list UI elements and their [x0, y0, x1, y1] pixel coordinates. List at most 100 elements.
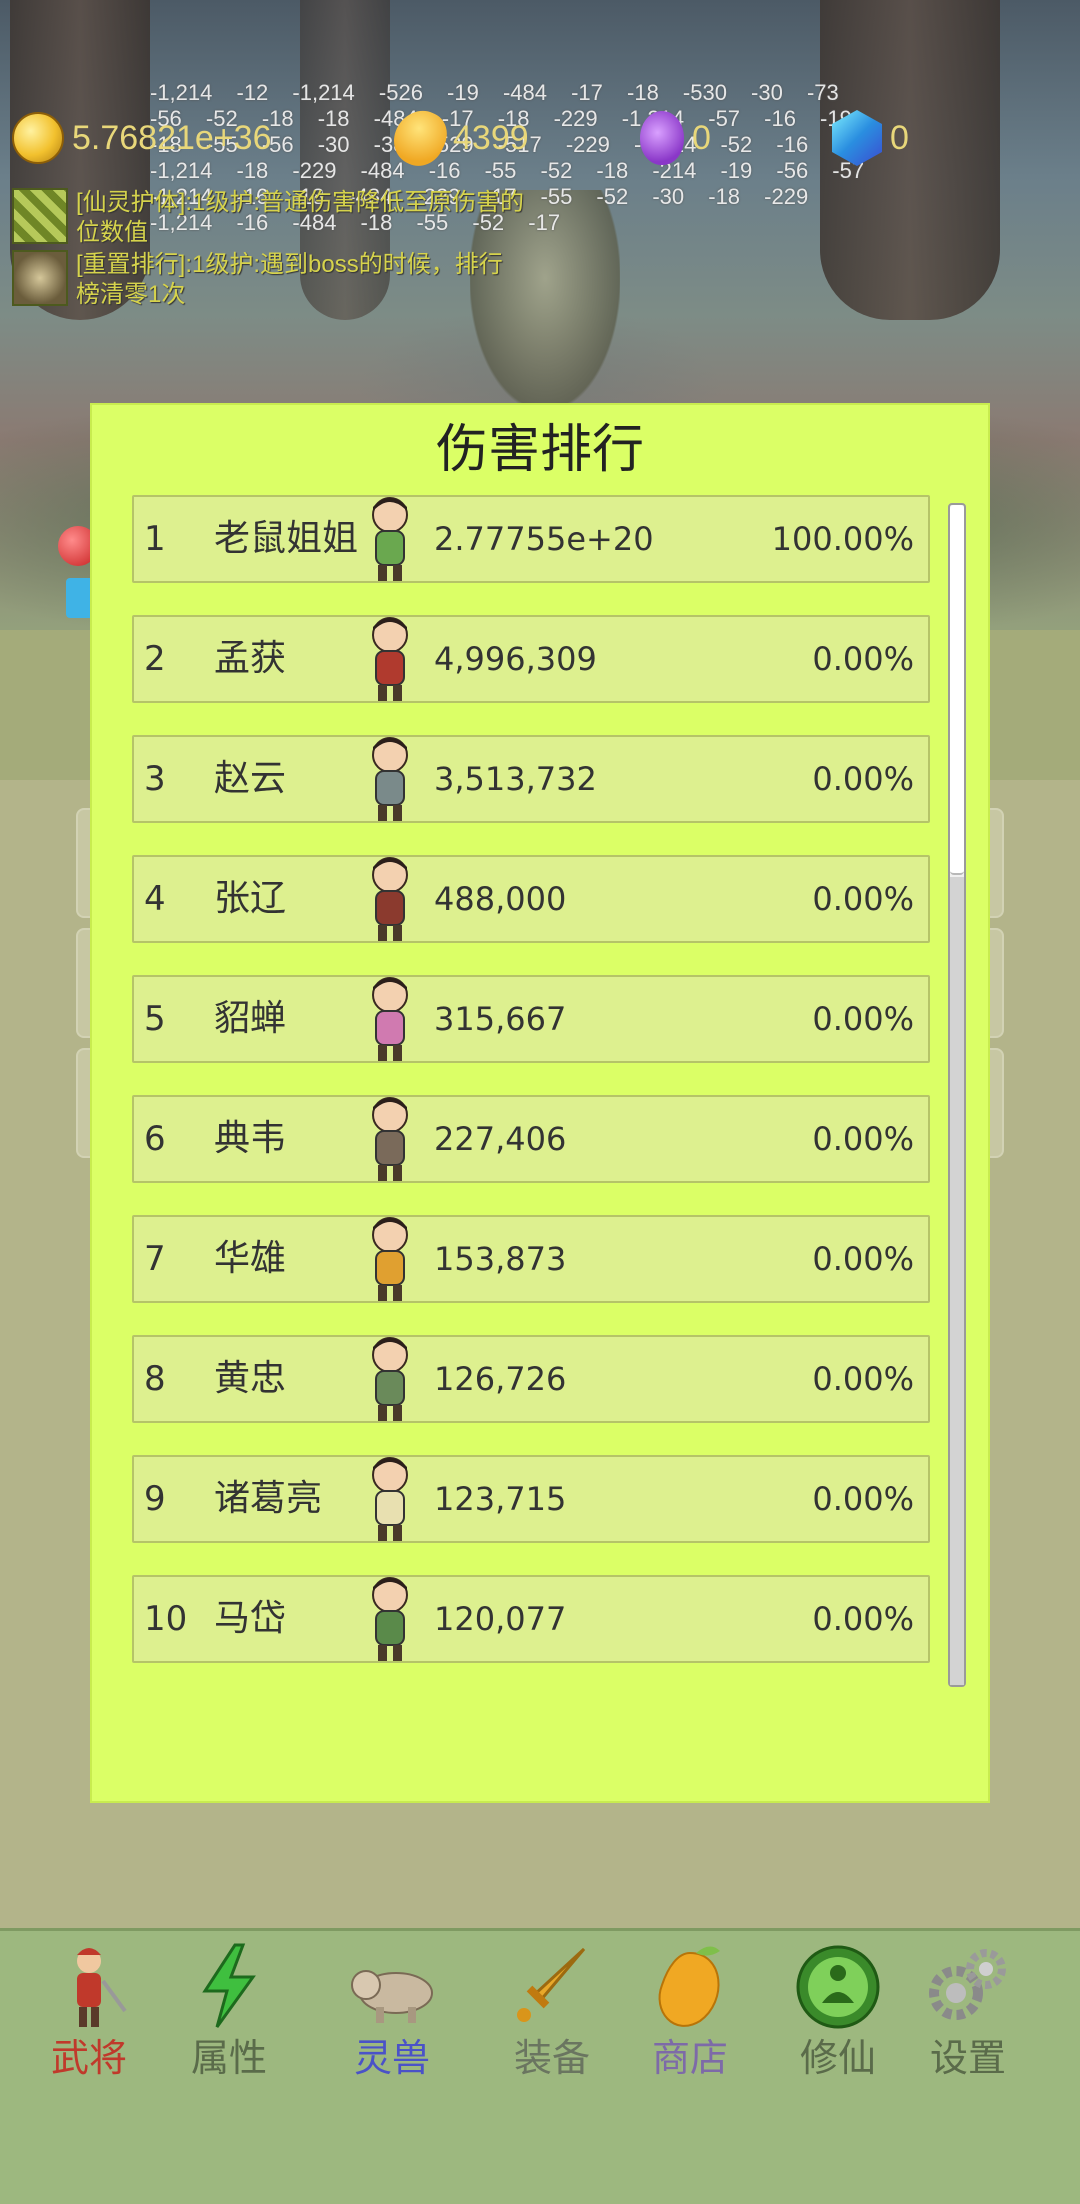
gold-counter: 5.76821e+36	[12, 112, 271, 164]
ranking-row: 3 赵云 3,513,732 0.00%	[132, 735, 930, 823]
scrollbar[interactable]	[948, 503, 966, 1687]
lightning-icon	[183, 1941, 275, 2031]
general-avatar-icon	[354, 611, 426, 705]
ranking-row: 5 貂蝉 315,667 0.00%	[132, 975, 930, 1063]
nav-tab-label: 商店	[651, 2036, 728, 2080]
scrollbar-thumb[interactable]	[950, 505, 964, 875]
gem-counter: 0	[832, 110, 909, 166]
damage-value: 2.77755e+20	[434, 520, 654, 558]
buff-text: [重置排行]:1级护:遇到boss的时候，排行 榜清零1次	[76, 250, 503, 310]
damage-percent: 0.00%	[812, 760, 914, 798]
buff-line: 位数值	[76, 219, 148, 246]
general-avatar-icon	[354, 1571, 426, 1665]
buff-item: [重置排行]:1级护:遇到boss的时候，排行 榜清零1次	[12, 250, 572, 310]
nav-tab-label: 属性	[190, 2036, 267, 2080]
damage-percent: 0.00%	[812, 880, 914, 918]
damage-percent: 100.00%	[771, 520, 914, 558]
nav-tab-1[interactable]: 属性	[164, 1941, 294, 2091]
rank-number: 7	[144, 1239, 166, 1279]
buff-line: [重置排行]:1级护:遇到boss的时候，排行	[76, 251, 503, 278]
general-avatar-icon	[354, 851, 426, 945]
mango-counter: 4399	[385, 102, 529, 174]
nav-tab-0[interactable]: 武将	[24, 1941, 154, 2091]
general-name: 马岱	[214, 1598, 287, 1639]
damage-value: 153,873	[434, 1240, 567, 1278]
rank-number: 10	[144, 1599, 188, 1639]
rank-number: 9	[144, 1479, 166, 1519]
ranking-row: 8 黄忠 126,726 0.00%	[132, 1335, 930, 1423]
gem-value: 0	[890, 118, 909, 157]
ranking-row: 4 张辽 488,000 0.00%	[132, 855, 930, 943]
beast-icon	[346, 1941, 438, 2031]
damage-value: 3,513,732	[434, 760, 597, 798]
nav-tab-6[interactable]: 设置	[903, 1941, 1033, 2091]
general-avatar-icon	[354, 1451, 426, 1545]
rank-number: 2	[144, 639, 166, 679]
general-avatar-icon	[354, 1211, 426, 1305]
general-name: 华雄	[214, 1238, 287, 1279]
rank-number: 3	[144, 759, 166, 799]
buff-line: [仙灵护体]:1级护:普通伤害降低至原伤害的	[76, 189, 525, 216]
general-icon	[43, 1941, 135, 2031]
damage-value: 227,406	[434, 1120, 567, 1158]
rank-number: 5	[144, 999, 166, 1039]
damage-percent: 0.00%	[812, 1240, 914, 1278]
general-name: 老鼠姐姐	[214, 518, 359, 559]
ranking-row: 9 诸葛亮 123,715 0.00%	[132, 1455, 930, 1543]
gold-value: 5.76821e+36	[72, 118, 272, 157]
ranking-row: 6 典韦 227,406 0.00%	[132, 1095, 930, 1183]
potion-value: 0	[692, 118, 711, 157]
mango-icon	[385, 102, 455, 174]
damage-value: 315,667	[434, 1000, 567, 1038]
general-name: 诸葛亮	[214, 1478, 323, 1519]
buff-line: 榜清零1次	[76, 281, 186, 308]
potion-icon	[640, 111, 684, 165]
nav-tab-label: 修仙	[799, 2036, 876, 2080]
ranking-row: 7 华雄 153,873 0.00%	[132, 1215, 930, 1303]
bottom-navigation: 武将 属性 灵兽 装备 商店 修仙 设置	[0, 1928, 1080, 2204]
nav-tab-2[interactable]: 灵兽	[327, 1941, 457, 2091]
general-avatar-icon	[354, 1331, 426, 1425]
nav-tab-4[interactable]: 商店	[625, 1941, 755, 2091]
gear-icon	[922, 1941, 1014, 2031]
damage-ranking-dialog: 伤害排行 1 老鼠姐姐 2.77755e+20 100.00% 2 孟获 4,996,309…	[90, 403, 990, 1803]
scrollbar-track	[950, 877, 964, 1685]
general-name: 赵云	[214, 758, 287, 799]
damage-value: 123,715	[434, 1480, 567, 1518]
nav-tab-5[interactable]: 修仙	[773, 1941, 903, 2091]
damage-percent: 0.00%	[812, 1480, 914, 1518]
general-avatar-icon	[354, 731, 426, 825]
general-name: 黄忠	[214, 1358, 287, 1399]
damage-value: 126,726	[434, 1360, 567, 1398]
dialog-title: 伤害排行	[435, 420, 644, 480]
sword-icon	[506, 1941, 598, 2031]
mango-icon	[644, 1941, 736, 2031]
general-avatar-icon	[354, 971, 426, 1065]
rank-number: 1	[144, 519, 166, 559]
general-avatar-icon	[354, 1091, 426, 1185]
buff-shield-icon	[12, 188, 68, 244]
general-name: 典韦	[214, 1118, 287, 1159]
buff-item: [仙灵护体]:1级护:普通伤害降低至原伤害的 位数值	[12, 188, 572, 248]
ranking-list[interactable]: 1 老鼠姐姐 2.77755e+20 100.00% 2 孟获 4,996,309 0.00%…	[132, 495, 932, 1695]
buff-text: [仙灵护体]:1级护:普通伤害降低至原伤害的 位数值	[76, 188, 524, 248]
general-name: 孟获	[214, 638, 287, 679]
damage-value: 120,077	[434, 1600, 567, 1638]
nav-tab-label: 武将	[50, 2036, 127, 2080]
nav-tab-label: 装备	[513, 2036, 590, 2080]
ranking-row: 10 马岱 120,077 0.00%	[132, 1575, 930, 1663]
damage-value: 488,000	[434, 880, 567, 918]
potion-counter: 0	[640, 111, 711, 165]
general-name: 貂蝉	[214, 998, 287, 1039]
gem-icon	[832, 110, 882, 166]
nav-tab-3[interactable]: 装备	[487, 1941, 617, 2091]
rank-number: 4	[144, 879, 166, 919]
damage-percent: 0.00%	[812, 1600, 914, 1638]
rank-number: 6	[144, 1119, 166, 1159]
general-name: 张辽	[214, 878, 287, 919]
damage-percent: 0.00%	[812, 640, 914, 678]
damage-percent: 0.00%	[812, 1120, 914, 1158]
buff-reset-icon	[12, 250, 68, 306]
ranking-row: 1 老鼠姐姐 2.77755e+20 100.00%	[132, 495, 930, 583]
damage-percent: 0.00%	[812, 1000, 914, 1038]
